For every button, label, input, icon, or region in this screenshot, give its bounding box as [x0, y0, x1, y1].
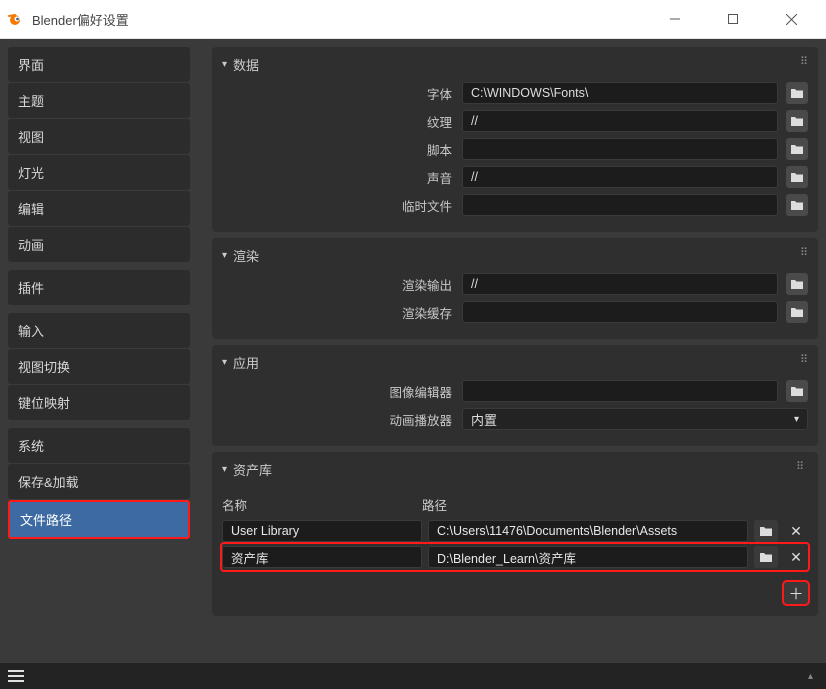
select-anim-player[interactable]: 内置 ▾: [462, 408, 808, 430]
sidebar-item-addons[interactable]: 插件: [8, 270, 190, 305]
window-buttons: [646, 0, 820, 38]
sidebar: 界面 主题 视图 灯光 编辑 动画 插件 输入 视图切换 键位映射 系统 保存&…: [8, 47, 190, 655]
panel-data-title: 数据: [233, 55, 259, 74]
remove-asset-button[interactable]: ✕: [784, 546, 808, 568]
input-image-editor[interactable]: [462, 380, 778, 402]
window-title: Blender偏好设置: [32, 10, 646, 29]
browse-asset-path[interactable]: [754, 546, 778, 568]
footer: ▴: [0, 663, 826, 689]
panel-assets-header[interactable]: ▾ 资产库: [212, 460, 818, 479]
select-anim-player-value: 内置: [471, 410, 497, 429]
browse-asset-path[interactable]: [754, 520, 778, 542]
asset-row: User Library C:\Users\11476\Documents\Bl…: [222, 518, 808, 544]
sidebar-item-keymap[interactable]: 键位映射: [8, 385, 190, 420]
maximize-button[interactable]: [704, 0, 762, 38]
chevron-down-icon: ▾: [222, 464, 227, 475]
content: ⠿ ▾ 数据 字体 C:\WINDOWS\Fonts\ 纹理 // 脚本: [212, 47, 818, 655]
browse-temp[interactable]: [786, 194, 808, 216]
input-textures[interactable]: //: [462, 110, 778, 132]
grip-icon[interactable]: ⠿: [796, 460, 806, 473]
browse-textures[interactable]: [786, 110, 808, 132]
panel-render-header[interactable]: ▾ 渲染: [222, 246, 808, 265]
sidebar-item-lights[interactable]: 灯光: [8, 155, 190, 190]
chevron-down-icon: ▾: [222, 250, 227, 261]
asset-path-input[interactable]: D:\Blender_Learn\资产库: [428, 546, 748, 568]
sidebar-item-system[interactable]: 系统: [8, 428, 190, 463]
asset-name-input[interactable]: User Library: [222, 520, 422, 542]
body: 界面 主题 视图 灯光 编辑 动画 插件 输入 视图切换 键位映射 系统 保存&…: [0, 38, 826, 663]
panel-asset-libraries: ⠿ ▾ 资产库 名称 路径 User Library C:\Users\1147…: [212, 452, 818, 616]
input-scripts[interactable]: [462, 138, 778, 160]
label-fonts: 字体: [222, 84, 454, 103]
panel-render: ⠿ ▾ 渲染 渲染输出 // 渲染缓存: [212, 238, 818, 339]
label-image-editor: 图像编辑器: [222, 382, 454, 401]
label-textures: 纹理: [222, 112, 454, 131]
input-render-output[interactable]: //: [462, 273, 778, 295]
asset-row: 资产库 D:\Blender_Learn\资产库 ✕: [222, 544, 808, 570]
chevron-down-icon: ▾: [794, 414, 799, 425]
panel-apps: ⠿ ▾ 应用 图像编辑器 动画播放器 内置 ▾: [212, 345, 818, 446]
label-render-cache: 渲染缓存: [222, 303, 454, 322]
panel-apps-header[interactable]: ▾ 应用: [222, 353, 808, 372]
chevron-down-icon: ▾: [222, 357, 227, 368]
sidebar-item-interface[interactable]: 界面: [8, 47, 190, 82]
asset-path-input[interactable]: C:\Users\11476\Documents\Blender\Assets: [428, 520, 748, 542]
browse-render-cache[interactable]: [786, 301, 808, 323]
browse-render-output[interactable]: [786, 273, 808, 295]
panel-data-header[interactable]: ▾ 数据: [222, 55, 808, 74]
panel-render-title: 渲染: [233, 246, 259, 265]
panel-apps-title: 应用: [233, 353, 259, 372]
add-asset-library-button[interactable]: ＋: [784, 582, 808, 604]
grip-icon[interactable]: ⠿: [800, 353, 810, 366]
asset-name-input[interactable]: 资产库: [222, 546, 422, 568]
remove-asset-button[interactable]: ✕: [784, 520, 808, 542]
grip-icon[interactable]: ⠿: [800, 55, 810, 68]
sidebar-item-saveload[interactable]: 保存&加载: [8, 464, 190, 499]
close-button[interactable]: [762, 0, 820, 38]
sidebar-item-filepaths[interactable]: 文件路径: [8, 500, 190, 539]
titlebar: Blender偏好设置: [0, 0, 826, 38]
label-render-output: 渲染输出: [222, 275, 454, 294]
label-sounds: 声音: [222, 168, 454, 187]
chevron-down-icon: ▾: [222, 59, 227, 70]
label-temp: 临时文件: [222, 196, 454, 215]
panel-data: ⠿ ▾ 数据 字体 C:\WINDOWS\Fonts\ 纹理 // 脚本: [212, 47, 818, 232]
blender-logo-icon: [6, 10, 24, 28]
sidebar-item-navigation[interactable]: 视图切换: [8, 349, 190, 384]
input-render-cache[interactable]: [462, 301, 778, 323]
input-temp[interactable]: [462, 194, 778, 216]
input-sounds[interactable]: //: [462, 166, 778, 188]
browse-fonts[interactable]: [786, 82, 808, 104]
input-fonts[interactable]: C:\WINDOWS\Fonts\: [462, 82, 778, 104]
sidebar-item-themes[interactable]: 主题: [8, 83, 190, 118]
sidebar-item-animation[interactable]: 动画: [8, 227, 190, 262]
grip-icon[interactable]: ⠿: [800, 246, 810, 259]
sidebar-item-input[interactable]: 输入: [8, 313, 190, 348]
caret-up-icon[interactable]: ▴: [808, 671, 818, 681]
label-anim-player: 动画播放器: [222, 410, 454, 429]
assets-col-name: 名称: [222, 495, 422, 514]
minimize-button[interactable]: [646, 0, 704, 38]
sidebar-item-viewport[interactable]: 视图: [8, 119, 190, 154]
browse-image-editor[interactable]: [786, 380, 808, 402]
browse-scripts[interactable]: [786, 138, 808, 160]
hamburger-menu[interactable]: [8, 666, 30, 686]
panel-assets-title: 资产库: [233, 460, 272, 479]
sidebar-item-editing[interactable]: 编辑: [8, 191, 190, 226]
browse-sounds[interactable]: [786, 166, 808, 188]
assets-col-path: 路径: [422, 495, 808, 514]
label-scripts: 脚本: [222, 140, 454, 159]
